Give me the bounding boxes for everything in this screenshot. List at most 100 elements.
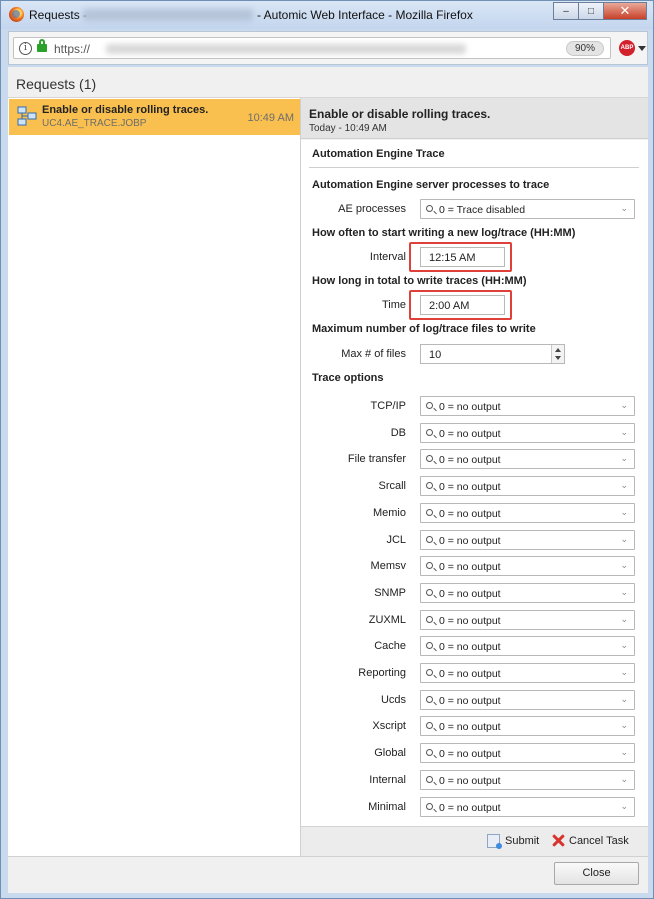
trace-option-select[interactable]: 0 = no output ⌄ bbox=[420, 770, 635, 790]
maximize-button[interactable]: □ bbox=[578, 2, 604, 20]
trace-option-select[interactable]: 0 = no output ⌄ bbox=[420, 396, 635, 416]
ae-processes-select[interactable]: 0 = Trace disabled ⌄ bbox=[420, 199, 635, 219]
submit-button[interactable]: Submit bbox=[487, 834, 539, 849]
trace-option-select[interactable]: 0 = no output ⌄ bbox=[420, 663, 635, 683]
chevron-down-icon[interactable]: ⌄ bbox=[620, 203, 628, 214]
trace-option-select[interactable]: 0 = no output ⌄ bbox=[420, 556, 635, 576]
redacted-url bbox=[106, 44, 466, 54]
adblock-icon[interactable]: ABP bbox=[619, 40, 635, 56]
group-processes: Automation Engine server processes to tr… bbox=[312, 179, 550, 191]
search-icon bbox=[426, 402, 433, 409]
trace-option-select[interactable]: 0 = no output ⌄ bbox=[420, 690, 635, 710]
search-icon bbox=[426, 776, 433, 783]
title-bar: Requests - - Automic Web Interface - Moz… bbox=[1, 1, 653, 29]
trace-option-value: 0 = no output bbox=[439, 775, 501, 787]
requests-title: Requests (1) bbox=[16, 76, 97, 92]
trace-option-select[interactable]: 0 = no output ⌄ bbox=[420, 610, 635, 630]
ae-processes-value: 0 = Trace disabled bbox=[439, 204, 526, 216]
trace-option-value: 0 = no output bbox=[439, 454, 501, 466]
trace-option-select[interactable]: 0 = no output ⌄ bbox=[420, 743, 635, 763]
trace-option-select[interactable]: 0 = no output ⌄ bbox=[420, 797, 635, 817]
group-max-files: Maximum number of log/trace files to wri… bbox=[312, 323, 536, 335]
request-time: 10:49 AM bbox=[247, 112, 294, 124]
trace-option-label: ZUXML bbox=[368, 614, 406, 626]
trace-option-value: 0 = no output bbox=[439, 588, 501, 600]
detail-title: Enable or disable rolling traces. bbox=[309, 107, 491, 121]
trace-option-select[interactable]: 0 = no output ⌄ bbox=[420, 476, 635, 496]
address-bar: i https:// 90% ABP bbox=[8, 31, 648, 65]
chevron-down-icon[interactable]: ⌄ bbox=[620, 801, 628, 812]
minimize-button[interactable]: – bbox=[553, 2, 579, 20]
chevron-down-icon[interactable]: ⌄ bbox=[620, 720, 628, 731]
trace-option-select[interactable]: 0 = no output ⌄ bbox=[420, 503, 635, 523]
chevron-down-icon[interactable]: ⌄ bbox=[620, 667, 628, 678]
requests-header: Requests (1) bbox=[8, 67, 648, 98]
trace-option-label: Reporting bbox=[358, 667, 406, 679]
dialog-footer: Close bbox=[8, 856, 648, 893]
chevron-down-icon[interactable]: ⌄ bbox=[620, 560, 628, 571]
max-files-value: 10 bbox=[429, 349, 442, 361]
search-icon bbox=[426, 669, 433, 676]
trace-option-label: DB bbox=[390, 427, 406, 439]
trace-option-value: 0 = no output bbox=[439, 428, 501, 440]
firefox-window: Requests - - Automic Web Interface - Moz… bbox=[0, 0, 654, 899]
list-item[interactable]: Enable or disable rolling traces. UC4.AE… bbox=[9, 99, 300, 135]
chevron-down-icon[interactable]: ⌄ bbox=[620, 427, 628, 438]
search-icon bbox=[426, 429, 433, 436]
trace-option-select[interactable]: 0 = no output ⌄ bbox=[420, 636, 635, 656]
trace-option-label: Global bbox=[374, 747, 406, 759]
search-icon bbox=[426, 722, 433, 729]
trace-option-value: 0 = no output bbox=[439, 615, 501, 627]
lock-icon[interactable] bbox=[37, 39, 47, 52]
group-interval: How often to start writing a new log/tra… bbox=[312, 227, 576, 239]
stepper-down-icon[interactable] bbox=[555, 356, 561, 360]
trace-option-value: 0 = no output bbox=[439, 695, 501, 707]
trace-option-label: Minimal bbox=[368, 801, 406, 813]
workflow-icon bbox=[17, 106, 37, 126]
zoom-indicator[interactable]: 90% bbox=[565, 41, 604, 56]
chevron-down-icon[interactable] bbox=[638, 46, 646, 51]
trace-option-select[interactable]: 0 = no output ⌄ bbox=[420, 449, 635, 469]
chevron-down-icon[interactable]: ⌄ bbox=[620, 400, 628, 411]
trace-option-label: Cache bbox=[374, 640, 406, 652]
trace-option-select[interactable]: 0 = no output ⌄ bbox=[420, 583, 635, 603]
chevron-down-icon[interactable]: ⌄ bbox=[620, 480, 628, 491]
url-input[interactable]: i https:// 90% bbox=[13, 37, 611, 59]
chevron-down-icon[interactable]: ⌄ bbox=[620, 453, 628, 464]
trace-option-value: 0 = no output bbox=[439, 748, 501, 760]
chevron-down-icon[interactable]: ⌄ bbox=[620, 507, 628, 518]
cancel-label: Cancel Task bbox=[569, 834, 629, 847]
group-trace-options: Trace options bbox=[312, 372, 384, 384]
chevron-down-icon[interactable]: ⌄ bbox=[620, 534, 628, 545]
cancel-task-button[interactable]: Cancel Task bbox=[552, 834, 629, 847]
trace-option-select[interactable]: 0 = no output ⌄ bbox=[420, 530, 635, 550]
section-title: Automation Engine Trace bbox=[312, 148, 445, 160]
search-icon bbox=[426, 482, 433, 489]
chevron-down-icon[interactable]: ⌄ bbox=[620, 774, 628, 785]
info-icon[interactable]: i bbox=[19, 42, 32, 55]
time-highlight bbox=[409, 290, 512, 320]
time-label: Time bbox=[381, 299, 406, 311]
chevron-down-icon[interactable]: ⌄ bbox=[620, 747, 628, 758]
trace-option-select[interactable]: 0 = no output ⌄ bbox=[420, 716, 635, 736]
chevron-down-icon[interactable]: ⌄ bbox=[620, 614, 628, 625]
close-window-button[interactable]: ✕ bbox=[603, 2, 647, 20]
ae-processes-label: AE processes bbox=[338, 203, 406, 215]
request-title: Enable or disable rolling traces. bbox=[42, 104, 209, 116]
stepper-up-icon[interactable] bbox=[555, 348, 561, 352]
chevron-down-icon[interactable]: ⌄ bbox=[620, 640, 628, 651]
trace-option-select[interactable]: 0 = no output ⌄ bbox=[420, 423, 635, 443]
window-title-prefix: Requests - bbox=[29, 8, 88, 22]
chevron-down-icon[interactable]: ⌄ bbox=[620, 694, 628, 705]
max-files-stepper[interactable]: 10 bbox=[420, 344, 565, 364]
trace-option-value: 0 = no output bbox=[439, 802, 501, 814]
cancel-icon bbox=[552, 834, 565, 847]
close-button[interactable]: Close bbox=[554, 862, 639, 885]
trace-option-label: Memio bbox=[372, 507, 406, 519]
firefox-icon bbox=[9, 7, 24, 22]
detail-header: Enable or disable rolling traces. Today … bbox=[301, 98, 648, 139]
request-object: UC4.AE_TRACE.JOBP bbox=[42, 118, 147, 129]
trace-option-label: Ucds bbox=[380, 694, 406, 706]
search-icon bbox=[426, 205, 433, 212]
chevron-down-icon[interactable]: ⌄ bbox=[620, 587, 628, 598]
